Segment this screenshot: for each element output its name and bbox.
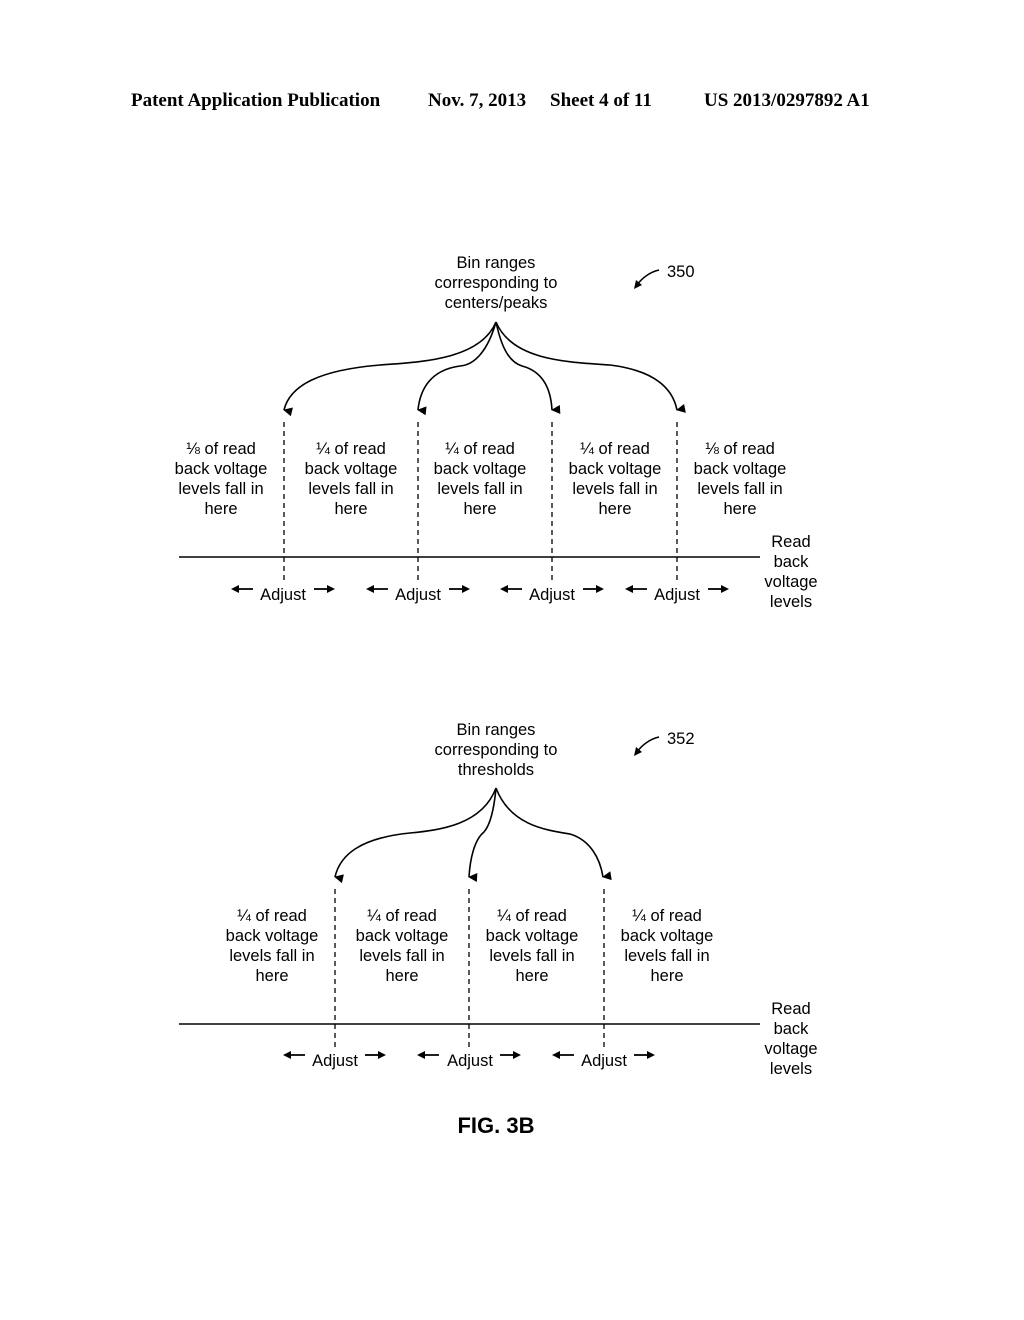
- adjust-label: Adjust: [654, 586, 700, 604]
- bin-label: ¼ of read back voltage levels fall in he…: [433, 440, 527, 518]
- adjust-label: Adjust: [447, 1052, 493, 1070]
- axis-label-352: Read back voltage levels: [764, 1000, 818, 1078]
- bin-label: ⅛ of read back voltage levels fall in he…: [174, 440, 268, 518]
- brace-arrows-352: [334, 787, 612, 884]
- bin-label: ¼ of read back voltage levels fall in he…: [485, 907, 579, 985]
- axis-label-350: Read back voltage levels: [764, 533, 818, 611]
- ref-352-leader: [636, 736, 660, 753]
- adjust-label: Adjust: [581, 1052, 627, 1070]
- bin-title-352: Bin ranges corresponding to thresholds: [434, 721, 558, 779]
- adjust-label: Adjust: [395, 586, 441, 604]
- diagram-352: [179, 736, 760, 1059]
- bin-label: ¼ of read back voltage levels fall in he…: [304, 440, 398, 518]
- adjust-label: Adjust: [312, 1052, 358, 1070]
- adjust-label: Adjust: [529, 586, 575, 604]
- bin-title-350: Bin ranges corresponding to centers/peak…: [434, 254, 558, 312]
- bin-label: ¼ of read back voltage levels fall in he…: [225, 907, 319, 985]
- brace-arrow-3: [495, 787, 612, 881]
- ref-number-350: 350: [667, 263, 695, 281]
- bin-label: ⅛ of read back voltage levels fall in he…: [693, 440, 787, 518]
- ref-350-leader: [636, 269, 660, 286]
- adjust-label: Adjust: [260, 586, 306, 604]
- brace-arrow-2: [417, 321, 497, 416]
- bin-label: ¼ of read back voltage levels fall in he…: [568, 440, 662, 518]
- diagram-350: [179, 269, 760, 593]
- bin-label: ¼ of read back voltage levels fall in he…: [620, 907, 714, 985]
- brace-arrow-1: [334, 787, 497, 884]
- ref-number-352: 352: [667, 730, 695, 748]
- bin-label: ¼ of read back voltage levels fall in he…: [355, 907, 449, 985]
- brace-arrow-2: [468, 787, 497, 882]
- figure-label: FIG. 3B: [457, 1113, 535, 1138]
- brace-arrows-350: [283, 321, 686, 417]
